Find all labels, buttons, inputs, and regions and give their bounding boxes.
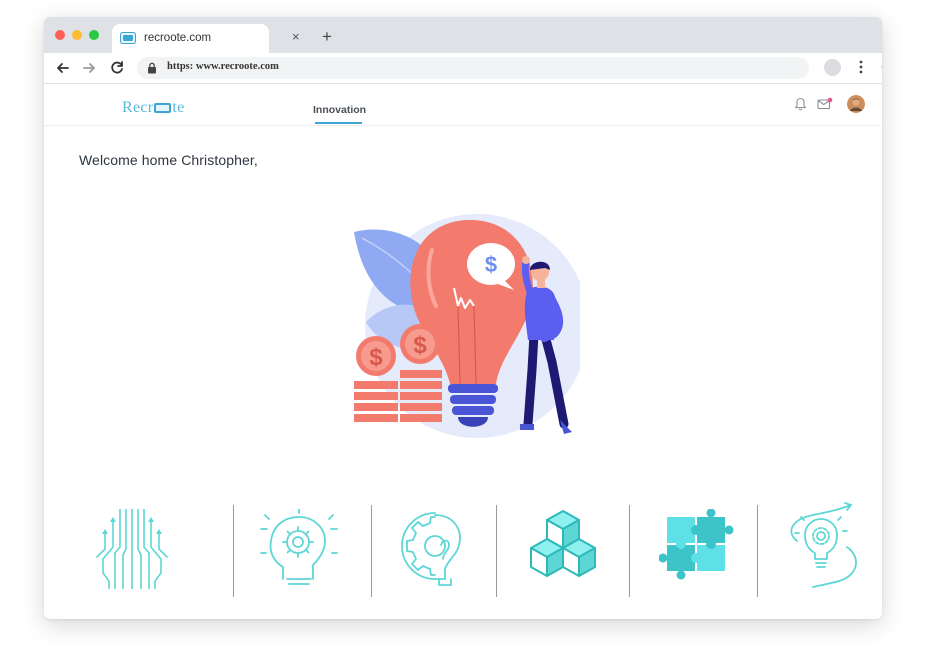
reload-icon[interactable] — [107, 58, 127, 78]
back-arrow-icon[interactable] — [53, 58, 73, 78]
app-header: Recr te Innovation — [44, 84, 882, 126]
lock-icon — [148, 62, 156, 74]
active-tab-indicator — [315, 122, 362, 124]
coin-dollar-text: $ — [369, 344, 383, 371]
icon-divider — [233, 505, 234, 597]
maximize-window-button[interactable] — [89, 30, 99, 40]
icon-divider — [496, 505, 497, 597]
bookmark-star-icon[interactable]: ☆ — [880, 61, 882, 75]
url-text: https: www.recroote.com — [167, 61, 279, 72]
bulb-path-icon[interactable] — [785, 501, 869, 593]
welcome-heading: Welcome home Christopher, — [79, 152, 258, 168]
coin-dollar-text: $ — [413, 332, 427, 359]
minimize-window-button[interactable] — [72, 30, 82, 40]
gear-bulb-icon[interactable] — [395, 509, 475, 589]
innovation-icon-row — [89, 501, 879, 601]
close-window-button[interactable] — [55, 30, 65, 40]
browser-tab[interactable]: recroote.com — [112, 24, 269, 53]
tab-innovation[interactable]: Innovation — [313, 104, 366, 116]
mail-icon[interactable] — [817, 97, 833, 110]
recroote-logo[interactable]: Recr te — [122, 99, 185, 117]
avatar-image — [847, 95, 865, 113]
innovation-illustration: $ $ $ — [354, 214, 580, 438]
more-menu-icon[interactable] — [856, 58, 866, 76]
icon-divider — [371, 505, 372, 597]
bell-icon[interactable] — [794, 97, 807, 111]
puzzle-icon[interactable] — [659, 509, 734, 589]
browser-window: recroote.com × + https: www.recroote.com… — [44, 17, 882, 619]
icon-divider — [629, 505, 630, 597]
bubble-dollar-text: $ — [485, 252, 497, 277]
cubes-icon[interactable] — [525, 509, 600, 589]
gear-head-idea-icon[interactable] — [259, 509, 339, 589]
browser-toolbar: https: www.recroote.com ☆ — [44, 53, 882, 84]
logo-text-left: Recr — [122, 99, 154, 116]
site-favicon-icon — [120, 32, 136, 44]
tab-title: recroote.com — [144, 32, 212, 44]
tab-strip: recroote.com × + — [44, 17, 882, 53]
forward-arrow-icon[interactable] — [79, 58, 99, 78]
address-bar[interactable]: https: www.recroote.com ☆ — [137, 57, 882, 79]
tab-close-icon[interactable]: × — [292, 30, 300, 43]
new-tab-button[interactable]: + — [322, 28, 332, 45]
icon-divider — [757, 505, 758, 597]
user-avatar[interactable] — [847, 95, 865, 113]
logo-text-right: te — [172, 99, 185, 116]
logo-mark-icon — [154, 103, 172, 113]
profile-icon[interactable] — [824, 59, 841, 76]
circuit-icon[interactable] — [93, 509, 168, 589]
